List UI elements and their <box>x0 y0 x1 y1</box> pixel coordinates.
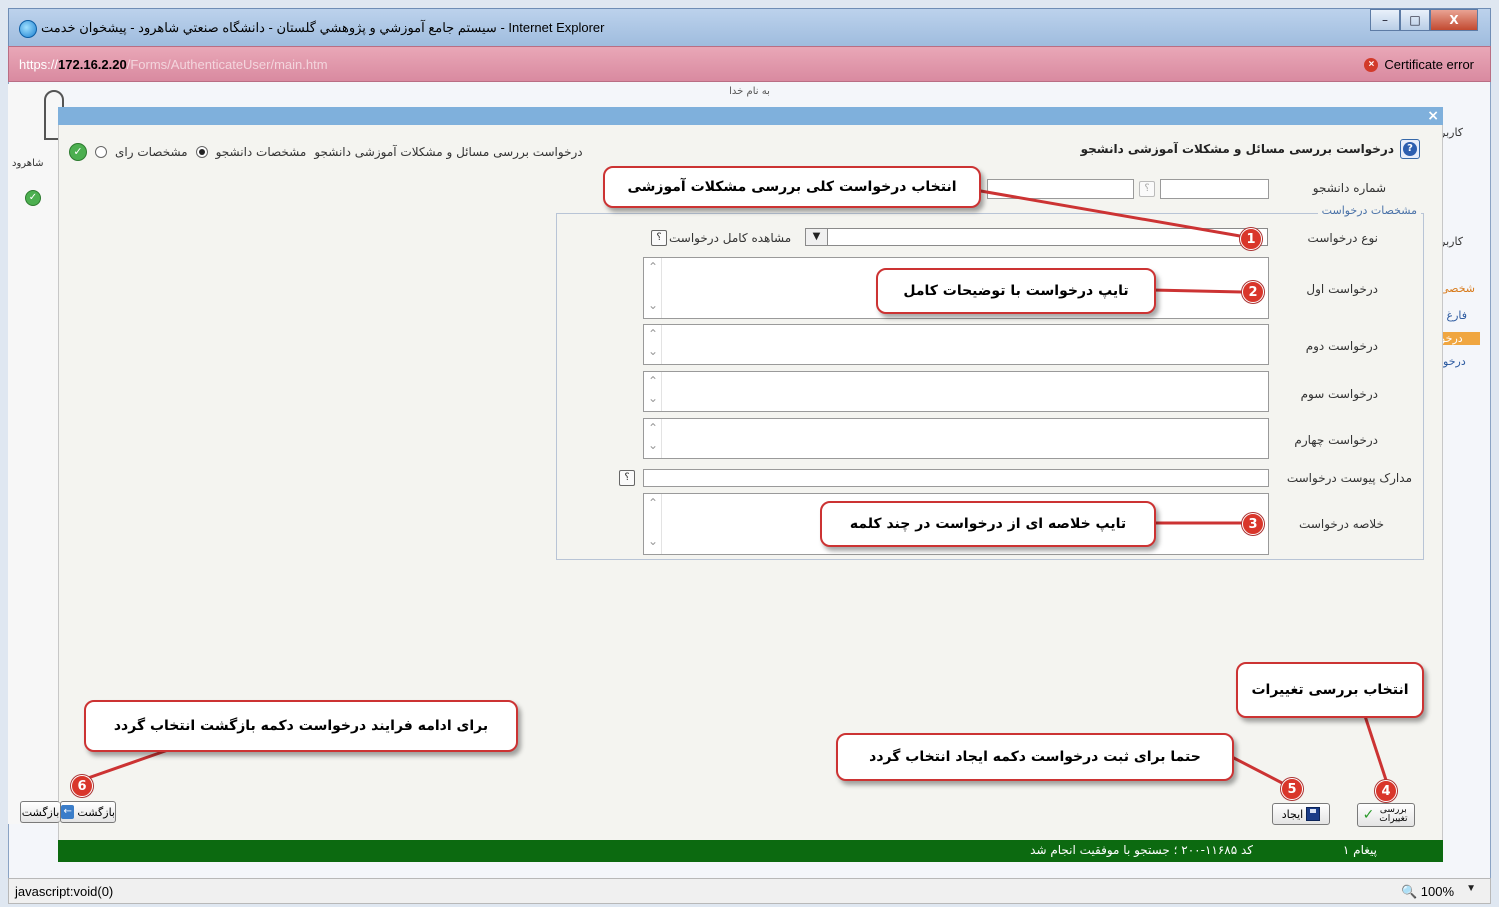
save-icon <box>1306 807 1321 821</box>
scrollbar[interactable] <box>644 494 662 554</box>
back-button[interactable]: ← بازگشت <box>60 801 116 823</box>
url-path: /Forms/AuthenticateUser/main.htm <box>126 57 328 72</box>
dialog-titlebar: × <box>58 107 1443 125</box>
fieldset-legend: مشخصات درخواست <box>1317 204 1421 217</box>
student-number-input[interactable] <box>1160 179 1269 199</box>
attachments-help-button[interactable]: ؟ <box>619 470 635 486</box>
request-1-label: درخواست اول <box>1306 282 1378 296</box>
scrollbar[interactable] <box>644 419 662 458</box>
zoom-dropdown-icon[interactable]: ▼ <box>1466 883 1476 894</box>
create-button[interactable]: ایجاد <box>1272 803 1330 825</box>
window-titlebar: سیستم جامع آموزشي و پژوهشي گلستان - دانش… <box>8 8 1491 46</box>
status-message: کد ۱۱۶۸۵-۲۰۰ ؛ جستجو با موفقیت انجام شد <box>1030 843 1253 857</box>
message-count[interactable]: ۱ پیغام <box>1343 843 1377 857</box>
step-badge-5: 5 <box>1281 778 1303 800</box>
step-badge-2: 2 <box>1242 281 1264 303</box>
underlying-right-item: کاربر <box>1440 235 1464 248</box>
callout-review-changes: انتخاب بررسی تغییرات <box>1236 662 1424 718</box>
ie-logo-icon <box>19 20 37 38</box>
dialog-title: ? درخواست بررسی مسائل و مشکلات آموزشی دا… <box>1081 139 1420 159</box>
minimize-button[interactable]: – <box>1370 9 1400 31</box>
header-radio-prefix: درخواست بررسی مسائل و مشکلات آموزشی دانش… <box>314 145 583 159</box>
url-field[interactable]: https://172.16.2.20/Forms/AuthenticateUs… <box>19 57 328 72</box>
scrollbar[interactable] <box>644 258 662 318</box>
help-icon[interactable]: ? <box>1400 139 1420 159</box>
status-message-bar: ۱ پیغام کد ۱۱۶۸۵-۲۰۰ ؛ جستجو با موفقیت ا… <box>58 840 1443 862</box>
certificate-error-indicator[interactable]: × Certificate error <box>1364 57 1474 72</box>
review-changes-button[interactable]: ✓ بررسی تغییرات <box>1357 803 1415 827</box>
window-controls: – □ X <box>1370 9 1478 31</box>
back-arrow-icon: ← <box>61 805 75 819</box>
underlying-left-text: شاهرود <box>12 158 44 169</box>
request-2-label: درخواست دوم <box>1305 339 1378 353</box>
dialog-close-button[interactable]: × <box>1427 107 1439 125</box>
page-header: به نام خدا <box>729 86 770 97</box>
success-check-icon: ✓ <box>25 190 41 206</box>
certificate-error-label: Certificate error <box>1384 57 1474 72</box>
radio-student-info[interactable] <box>195 146 208 158</box>
view-full-request-link[interactable]: مشاهده کامل درخواست <box>669 231 791 245</box>
student-name-input[interactable] <box>987 179 1134 199</box>
close-window-button[interactable]: X <box>1430 9 1478 31</box>
radio-student-info-label: مشخصات دانشجو <box>215 145 307 159</box>
step-badge-3: 3 <box>1242 513 1264 535</box>
underlying-right-item[interactable]: درخو <box>1440 332 1480 345</box>
window-title: سیستم جامع آموزشي و پژوهشي گلستان - دانش… <box>41 20 605 35</box>
error-icon: × <box>1364 57 1379 72</box>
callout-back: برای ادامه فرایند درخواست دکمه بازگشت ان… <box>84 700 518 752</box>
step-badge-6: 6 <box>71 775 93 797</box>
url-host: 172.16.2.20 <box>58 57 127 72</box>
attachments-label: مدارک پیوست درخواست <box>1286 471 1412 485</box>
step-badge-4: 4 <box>1375 780 1397 802</box>
underlying-right-item: شخصی <box>1440 282 1476 295</box>
request-type-select[interactable]: ▼ <box>805 228 1268 246</box>
callout-request-type: انتخاب درخواست کلی بررسی مشکلات آموزشی <box>603 166 981 208</box>
callout-create: حتما برای ثبت درخواست دکمه ایجاد انتخاب … <box>836 733 1234 781</box>
request-type-label: نوع درخواست <box>1307 231 1378 245</box>
view-full-help-button[interactable]: ؟ <box>651 230 667 246</box>
callout-request-description: تایپ درخواست با توضیحات کامل <box>876 268 1156 314</box>
create-label: ایجاد <box>1281 807 1304 821</box>
step-badge-1: 1 <box>1240 228 1262 250</box>
back-button-secondary[interactable]: بازگشت <box>20 801 60 823</box>
back-label-secondary: بازگشت <box>21 805 60 819</box>
header-radio-group: ✓ مشخصات رای مشخصات دانشجو درخواست بررسی… <box>69 143 583 161</box>
request-3-textarea[interactable] <box>643 371 1269 412</box>
request-4-textarea[interactable] <box>643 418 1269 459</box>
browser-status-bar: javascript:void(0) 🔍 100% ▼ <box>8 878 1491 904</box>
radio-vote-info-label: مشخصات رای <box>115 145 188 159</box>
callout-summary: تایپ خلاصه ای از درخواست در چند کلمه <box>820 501 1156 547</box>
confirm-check-icon[interactable]: ✓ <box>69 143 87 161</box>
address-bar: https://172.16.2.20/Forms/AuthenticateUs… <box>8 46 1491 82</box>
underlying-right-item: کاربر <box>1440 126 1464 139</box>
underlying-right-item[interactable]: درخوا <box>1440 355 1480 368</box>
student-number-help-button[interactable]: ؟ <box>1139 181 1155 197</box>
checkmark-icon: ✓ <box>1362 807 1375 823</box>
zoom-value: 100% <box>1420 884 1454 899</box>
maximize-button[interactable]: □ <box>1400 9 1430 31</box>
request-4-label: درخواست چهارم <box>1294 433 1378 447</box>
zoom-level[interactable]: 🔍 100% <box>1401 884 1454 900</box>
radio-vote-info[interactable] <box>95 146 107 158</box>
review-changes-label: بررسی تغییرات <box>1379 805 1408 824</box>
request-3-label: درخواست سوم <box>1300 387 1378 401</box>
back-label: بازگشت <box>77 805 115 819</box>
summary-label: خلاصه درخواست <box>1299 517 1384 531</box>
underlying-right-panel: کاربر کاربر شخصی فارغ ا درخو درخوا <box>1440 120 1480 368</box>
chevron-down-icon[interactable]: ▼ <box>806 229 828 245</box>
request-2-textarea[interactable] <box>643 324 1269 365</box>
scrollbar[interactable] <box>644 372 662 411</box>
scrollbar[interactable] <box>644 325 662 364</box>
student-number-label: شماره دانشجو <box>1312 181 1386 195</box>
dialog-title-text: درخواست بررسی مسائل و مشکلات آموزشی دانش… <box>1080 142 1394 156</box>
attachments-input[interactable] <box>643 469 1269 487</box>
underlying-right-item[interactable]: فارغ ا <box>1440 309 1480 322</box>
status-link-text: javascript:void(0) <box>15 884 114 899</box>
url-scheme: https:// <box>19 57 59 72</box>
